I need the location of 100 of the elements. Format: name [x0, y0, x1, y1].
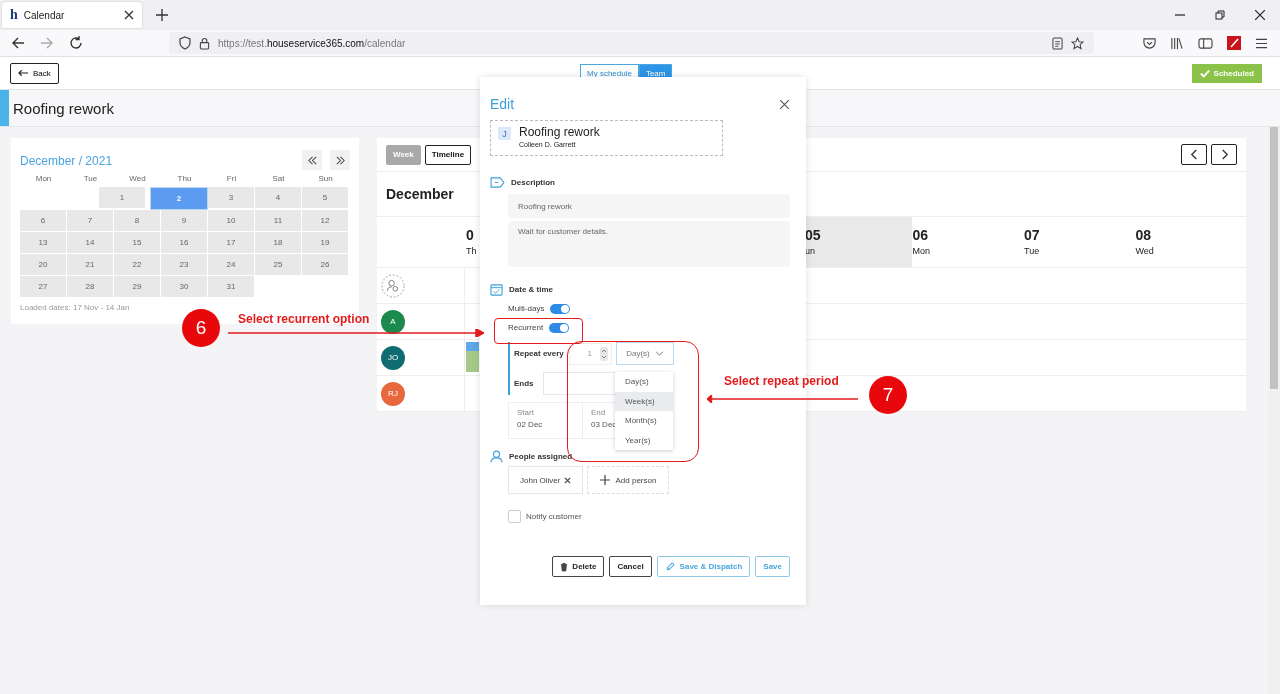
library-icon[interactable] — [1170, 36, 1184, 50]
notes-field[interactable]: Wait for customer details. — [508, 221, 790, 267]
close-icon[interactable] — [780, 99, 789, 109]
start-label: Start — [517, 408, 534, 417]
reader-view-icon[interactable] — [1052, 36, 1063, 50]
save-button[interactable]: Save — [755, 556, 790, 577]
menu-icon[interactable] — [1255, 37, 1268, 49]
pen-icon — [664, 561, 676, 572]
spinner-arrows-icon[interactable] — [600, 346, 608, 361]
user-avatar[interactable]: RJ — [381, 381, 405, 406]
repeat-count-field[interactable]: 1 — [569, 342, 612, 365]
day-column-header: 0 Th — [465, 226, 478, 258]
calendar-day[interactable]: 18 — [255, 232, 302, 254]
section-label: Description — [511, 178, 555, 187]
title-field[interactable]: Roofing rework — [508, 194, 790, 218]
weekday-label: Mon — [34, 174, 53, 185]
calendar-day[interactable]: 30 — [161, 276, 208, 298]
period-option[interactable]: Week(s) — [615, 391, 673, 411]
pocket-icon[interactable] — [1143, 36, 1156, 50]
calendar-day[interactable]: 10 — [208, 210, 255, 232]
calendar-day[interactable]: 31 — [208, 276, 255, 298]
person-chip[interactable]: John Oliver — [508, 466, 584, 494]
period-option[interactable]: Day(s) — [615, 372, 673, 392]
calendar-day[interactable]: 2 — [150, 187, 208, 210]
double-chevron-left-icon — [306, 154, 318, 166]
calendar-day[interactable]: 20 — [20, 254, 67, 276]
calendar-day[interactable]: 4 — [255, 187, 302, 209]
calendar-day[interactable]: 7 — [67, 210, 114, 232]
sidebar-icon[interactable] — [1198, 36, 1213, 50]
view-tab[interactable]: Timeline — [424, 144, 472, 165]
close-icon[interactable] — [1255, 10, 1265, 20]
section-label: Date & time — [509, 285, 553, 294]
weekday-label: Sun — [317, 174, 334, 185]
weekday-label: Sat — [271, 174, 286, 185]
calendar-day[interactable]: 28 — [67, 276, 114, 298]
calendar-day[interactable]: 9 — [161, 210, 208, 232]
unassigned-user-icon[interactable] — [381, 273, 405, 298]
calendar-day[interactable]: 13 — [20, 232, 67, 254]
day-column-header: 06 Mon — [911, 226, 931, 258]
month-title: December / 2021 — [20, 154, 114, 168]
calendar-day[interactable]: 21 — [67, 254, 114, 276]
calendar-day[interactable]: 19 — [302, 232, 349, 254]
calendar-day[interactable]: 8 — [114, 210, 161, 232]
user-avatar[interactable]: A — [381, 309, 405, 334]
weekday-label: Thu — [176, 174, 193, 185]
close-icon[interactable] — [124, 10, 134, 20]
calendar-day[interactable]: 12 — [302, 210, 349, 232]
scrollbar[interactable] — [1268, 127, 1280, 694]
add-person-button[interactable]: Add person — [587, 466, 670, 494]
toggle-switch[interactable] — [550, 303, 571, 314]
star-icon[interactable] — [1071, 36, 1084, 50]
tab-title: Calendar — [23, 9, 66, 21]
calendar-day[interactable]: 26 — [302, 254, 349, 276]
calendar-day[interactable]: 1 — [99, 187, 146, 209]
period-select[interactable]: Day(s) — [616, 342, 674, 365]
calendar-day[interactable]: 15 — [114, 232, 161, 254]
day-column-header: 07 Tue — [1023, 226, 1041, 258]
browser-tab[interactable]: h Calendar — [2, 2, 142, 28]
back-button[interactable]: Back — [10, 62, 59, 84]
notify-checkbox[interactable] — [508, 510, 521, 523]
repeat-label: Repeat every — [514, 349, 565, 358]
toggle-switch[interactable] — [549, 322, 570, 333]
plus-icon[interactable] — [156, 9, 168, 21]
calendar-icon — [490, 283, 503, 296]
site-logo: h — [10, 7, 18, 23]
calendar-day[interactable]: 22 — [114, 254, 161, 276]
calendar-day[interactable]: 5 — [302, 187, 349, 209]
chevron-left-icon — [1189, 149, 1199, 160]
calendar-day[interactable]: 24 — [208, 254, 255, 276]
day-column-header: 08 Wed — [1134, 226, 1155, 258]
calendar-day[interactable]: 11 — [255, 210, 302, 232]
weekday-label: Tue — [82, 174, 99, 185]
calendar-day[interactable]: 16 — [161, 232, 208, 254]
restore-icon[interactable] — [1215, 10, 1225, 20]
calendar-day[interactable]: 6 — [20, 210, 67, 232]
job-title: Roofing rework — [519, 125, 600, 139]
previous-button[interactable] — [1181, 144, 1207, 165]
check-icon — [1199, 68, 1210, 78]
person-icon — [490, 450, 503, 463]
user-avatar[interactable]: JO — [381, 345, 405, 370]
dispatch-button[interactable]: Save & Dispatch — [656, 556, 751, 577]
calendar-day[interactable]: 14 — [67, 232, 114, 254]
delete-button[interactable]: Delete — [552, 556, 605, 577]
weekday-label: Fri — [225, 174, 238, 185]
calendar-day[interactable]: 3 — [208, 187, 255, 209]
next-button[interactable] — [1211, 144, 1237, 165]
step-number-badge: 6 — [182, 309, 220, 347]
remove-icon[interactable] — [564, 476, 572, 484]
calendar-day[interactable]: 27 — [20, 276, 67, 298]
back-arrow-icon[interactable] — [11, 36, 25, 50]
calendar-day[interactable]: 17 — [208, 232, 255, 254]
extension-icon[interactable] — [1227, 36, 1241, 50]
cancel-button[interactable]: Cancel — [609, 556, 652, 577]
end-label: End — [591, 408, 606, 417]
calendar-day[interactable]: 25 — [255, 254, 302, 276]
address-bar[interactable]: https://test.houseservice365.com/calendar — [169, 32, 1094, 54]
calendar-day[interactable]: 23 — [161, 254, 208, 276]
reload-icon[interactable] — [69, 36, 83, 50]
calendar-day[interactable]: 29 — [114, 276, 161, 298]
double-chevron-right-icon — [334, 154, 346, 166]
